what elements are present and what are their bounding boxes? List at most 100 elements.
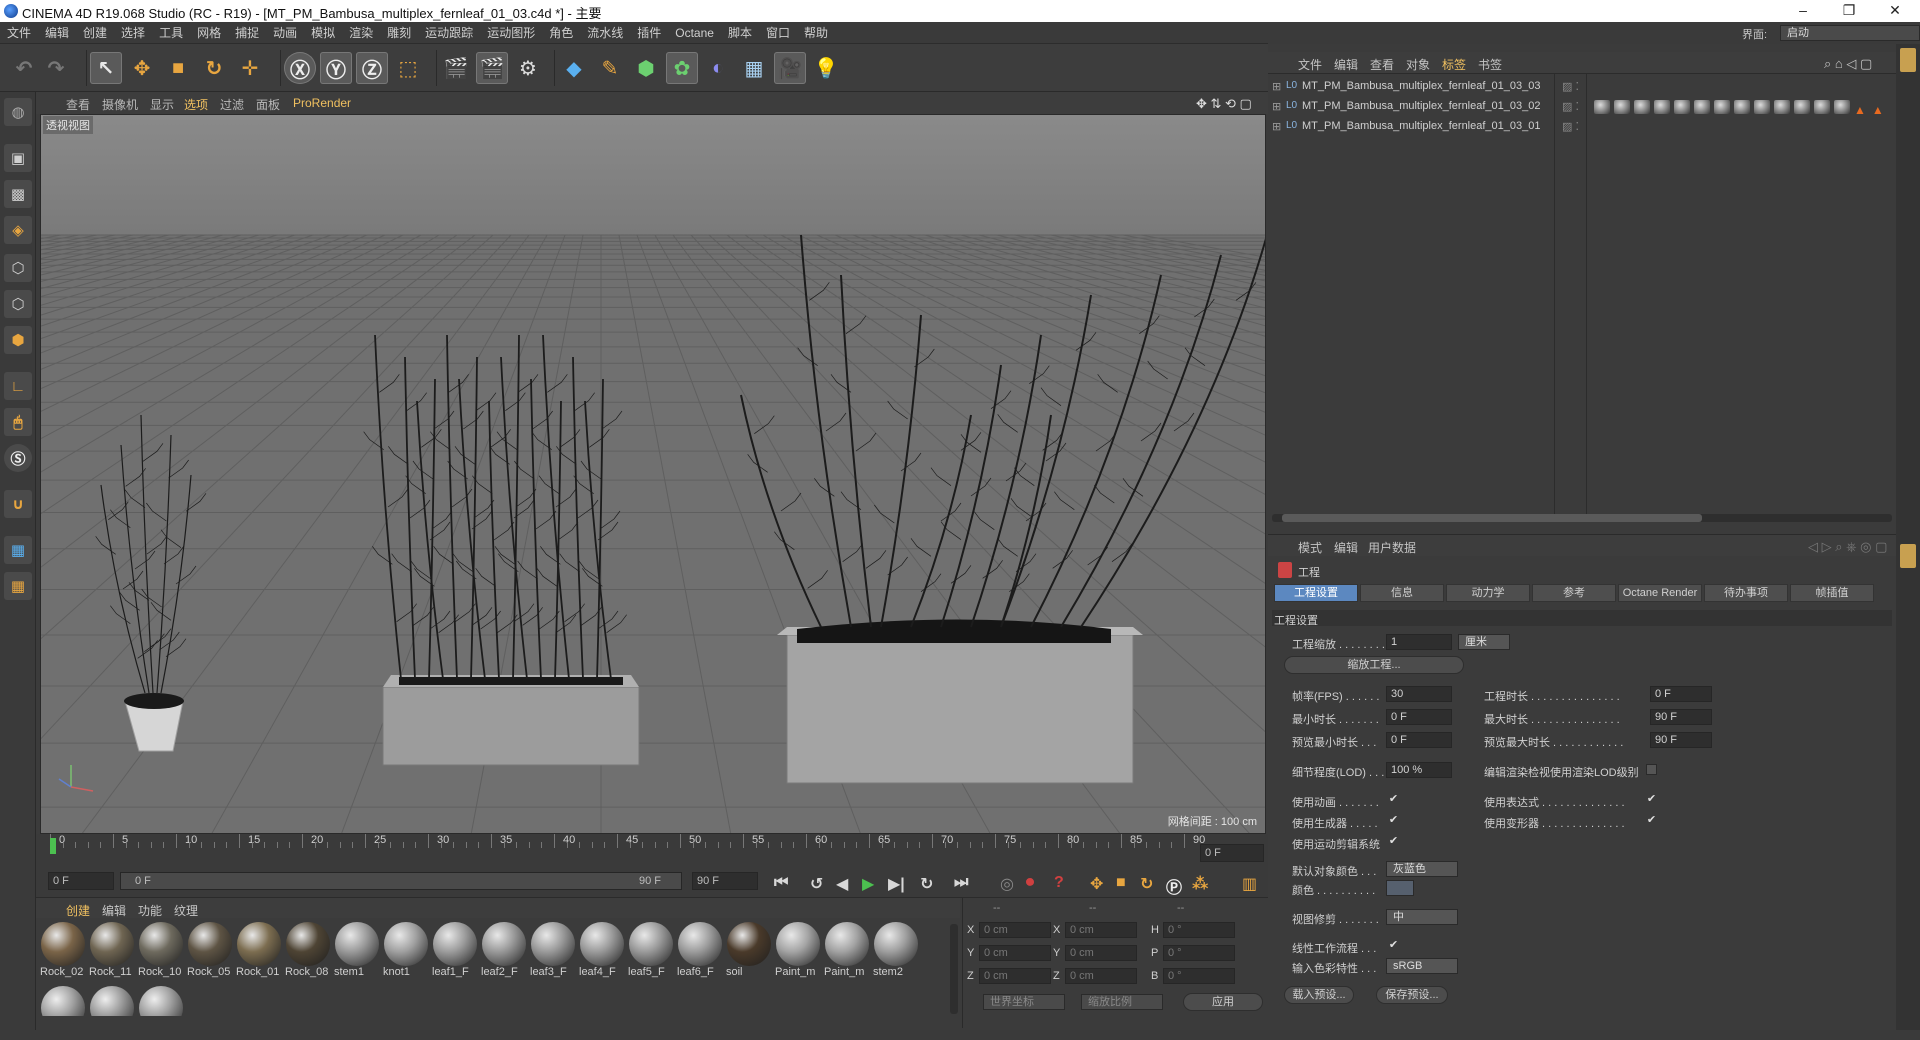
goto-end-icon[interactable]: ⏭ — [954, 874, 968, 892]
menu-item-6[interactable]: 捕捉 — [228, 22, 266, 44]
texture-tag-icon[interactable] — [1694, 100, 1710, 114]
coord-value-field[interactable]: 0 ° — [1163, 968, 1235, 984]
obj-menu-view[interactable]: 查看 — [1370, 56, 1394, 73]
coord-value-field[interactable]: 0 ° — [1163, 922, 1235, 938]
menu-item-17[interactable]: 脚本 — [721, 22, 759, 44]
mat-menu-create[interactable]: 创建 — [66, 902, 90, 919]
menu-item-4[interactable]: 工具 — [152, 22, 190, 44]
workplane-icon[interactable]: ◈ — [4, 216, 32, 244]
menu-item-15[interactable]: 插件 — [630, 22, 668, 44]
timeline-window-icon[interactable]: ▥ — [1242, 874, 1257, 894]
use-animation-checkbox[interactable]: ✔ — [1388, 794, 1399, 805]
material-swatch[interactable]: leaf2_F — [481, 922, 527, 982]
attr-menu-edit[interactable]: 编辑 — [1334, 539, 1358, 556]
attr-tab[interactable]: 动力学 — [1446, 584, 1530, 602]
duration-input[interactable]: 0 F — [1650, 686, 1712, 702]
preview-max-input[interactable]: 90 F — [1650, 732, 1712, 748]
linear-workflow-checkbox[interactable]: ✔ — [1388, 940, 1399, 951]
restore-icon[interactable]: ❐ — [1826, 0, 1872, 22]
key-pla-icon[interactable]: ⁂ — [1192, 874, 1208, 894]
select-tool-icon[interactable]: ↖ — [90, 52, 122, 84]
menu-item-11[interactable]: 运动跟踪 — [418, 22, 480, 44]
menu-item-14[interactable]: 流水线 — [580, 22, 630, 44]
floor-icon[interactable]: ▦ — [738, 52, 770, 84]
expand-icon[interactable]: ⊞ — [1272, 120, 1281, 133]
menu-item-18[interactable]: 窗口 — [759, 22, 797, 44]
use-motion-checkbox[interactable]: ✔ — [1388, 836, 1399, 847]
view-clip-select[interactable]: 中 — [1386, 909, 1458, 925]
material-swatch[interactable]: Rock_10 — [138, 922, 184, 982]
axis-mode-icon[interactable]: ∟ — [4, 372, 32, 400]
lod-input[interactable]: 100 % — [1386, 762, 1452, 778]
key-rotate-icon[interactable]: ↻ — [1140, 874, 1153, 894]
autokey-icon[interactable]: ? — [1054, 874, 1064, 892]
next-frame-icon[interactable]: ▶| — [888, 874, 905, 894]
coord-value-field[interactable]: 0 cm — [1065, 945, 1137, 961]
use-deformer-checkbox[interactable]: ✔ — [1646, 815, 1657, 826]
object-row[interactable]: ⊞ L0 MT_PM_Bambusa_multiplex_fernleaf_01_0… — [1272, 80, 1892, 98]
coord-apply-button[interactable]: 应用 — [1183, 993, 1263, 1011]
visibility-icon[interactable]: ▨ ⁚ — [1562, 120, 1579, 133]
viewport-nav-icons[interactable]: ✥ ⇅ ⟲ ▢ — [1196, 96, 1252, 112]
material-swatch[interactable]: leaf6_F — [677, 922, 723, 982]
key-scale-icon[interactable]: ■ — [1116, 874, 1126, 892]
texture-tag-icon[interactable] — [1634, 100, 1650, 114]
texture-tag-icon[interactable] — [1754, 100, 1770, 114]
attr-tab[interactable]: 工程设置 — [1274, 584, 1358, 602]
material-scrollbar[interactable] — [950, 924, 958, 1014]
material-swatch[interactable] — [40, 986, 86, 1016]
menu-item-7[interactable]: 动画 — [266, 22, 304, 44]
timeline-ruler[interactable]: 0 5 10 15 20 25 30 35 40 45 50 55 60 65 70 75 80 85 90 0 F — [36, 834, 1268, 868]
viewport-menu-panel[interactable]: 面板 — [256, 96, 280, 113]
attr-nav-icons[interactable]: ◁ ▷ ⌕ ⎈ ◎ ▢ — [1808, 539, 1887, 555]
key-move-icon[interactable]: ✥ — [1090, 874, 1103, 894]
warning-tag-icon[interactable]: ▲ — [1854, 103, 1866, 117]
coord-value-field[interactable]: 0 cm — [979, 945, 1051, 961]
planar-workplane-icon[interactable]: ▦ — [4, 572, 32, 600]
menu-item-12[interactable]: 运动图形 — [480, 22, 542, 44]
fps-input[interactable]: 30 — [1386, 686, 1452, 702]
obj-menu-edit[interactable]: 编辑 — [1334, 56, 1358, 73]
render-picture-viewer-icon[interactable]: 🎬 — [476, 52, 508, 84]
layout-select[interactable]: 启动 — [1780, 25, 1920, 41]
current-frame-field[interactable]: 0 F — [1200, 844, 1264, 862]
snap-icon[interactable]: Ⓢ — [4, 444, 32, 472]
playhead[interactable] — [50, 838, 56, 854]
minimize-icon[interactable]: – — [1780, 0, 1826, 22]
texture-tag-icon[interactable] — [1794, 100, 1810, 114]
material-swatch[interactable]: leaf5_F — [628, 922, 674, 982]
mat-menu-edit[interactable]: 编辑 — [102, 902, 126, 919]
make-editable-icon[interactable]: ◍ — [4, 98, 32, 126]
material-swatch[interactable]: Rock_02 — [40, 922, 86, 982]
scale-project-button[interactable]: 缩放工程... — [1284, 656, 1464, 674]
menu-item-13[interactable]: 角色 — [542, 22, 580, 44]
material-swatch[interactable]: leaf4_F — [579, 922, 625, 982]
menu-item-3[interactable]: 选择 — [114, 22, 152, 44]
max-time-input[interactable]: 90 F — [1650, 709, 1712, 725]
load-preset-button[interactable]: 载入预设... — [1284, 986, 1354, 1004]
material-swatch[interactable]: Paint_m — [824, 922, 870, 982]
render-view-icon[interactable]: 🎬 — [440, 52, 472, 84]
material-swatch[interactable]: Paint_m — [775, 922, 821, 982]
record-icon[interactable]: ⏺ — [1026, 874, 1034, 892]
material-swatch[interactable]: Rock_11 — [89, 922, 135, 982]
texture-tag-icon[interactable] — [1734, 100, 1750, 114]
menu-item-5[interactable]: 网格 — [190, 22, 228, 44]
viewport-menu-prorender[interactable]: ProRender — [293, 96, 351, 110]
scale-input[interactable]: 1 — [1386, 634, 1452, 650]
polygons-mode-icon[interactable]: ⬢ — [4, 326, 32, 354]
texture-tag-icon[interactable] — [1594, 100, 1610, 114]
goto-start-icon[interactable]: ⏮ — [774, 874, 788, 892]
start-frame-field[interactable]: 0 F — [48, 872, 114, 890]
menu-item-1[interactable]: 编辑 — [38, 22, 76, 44]
object-name[interactable]: MT_PM_Bambusa_multiplex_fernleaf_01_03_0… — [1302, 100, 1540, 112]
move-tool-icon[interactable]: ✥ — [126, 52, 158, 84]
attributes-side-tab[interactable] — [1900, 544, 1916, 568]
material-swatch[interactable]: stem1 — [334, 922, 380, 982]
material-swatch[interactable]: Rock_01 — [236, 922, 282, 982]
perspective-viewport[interactable]: 透视视图 网格间距 : 100 cm — [40, 114, 1266, 834]
obj-menu-file[interactable]: 文件 — [1298, 56, 1322, 73]
visibility-icon[interactable]: ▨ ⁚ — [1562, 100, 1579, 113]
texture-tag-icon[interactable] — [1614, 100, 1630, 114]
object-row[interactable]: ⊞ L0 MT_PM_Bambusa_multiplex_fernleaf_01_0… — [1272, 120, 1892, 138]
